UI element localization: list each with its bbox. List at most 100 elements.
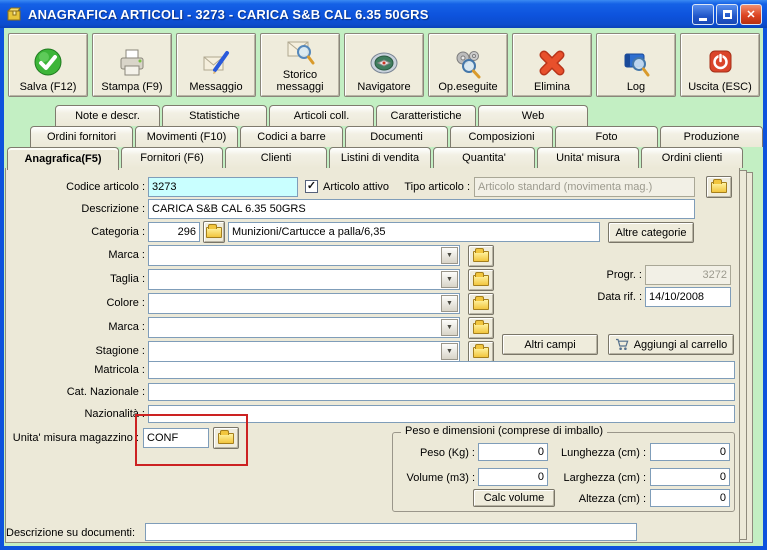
peso-dimensioni-title: Peso e dimensioni (comprese di imballo) [401, 425, 608, 437]
altri-campi-button[interactable]: Altri campi [502, 334, 598, 355]
toolbar-label: Salva (F12) [19, 81, 77, 93]
close-icon: ✕ [746, 9, 756, 21]
nazionalita-input[interactable] [148, 405, 735, 423]
codice-articolo-input[interactable] [148, 177, 298, 197]
stagione-folder-button[interactable] [468, 341, 494, 363]
cart-icon [615, 338, 629, 350]
descrizione-input[interactable] [148, 199, 695, 219]
altezza-input[interactable] [650, 489, 730, 507]
stagione-label: Stagione : [95, 345, 145, 357]
lunghezza-label: Lunghezza (cm) : [561, 447, 646, 459]
descrizione-documenti-input[interactable] [145, 523, 637, 541]
peso-label: Peso (Kg) : [419, 447, 475, 459]
maximize-button[interactable] [716, 4, 738, 25]
maximize-icon [722, 10, 732, 19]
tab-foto[interactable]: Foto [555, 126, 658, 147]
matricola-input[interactable] [148, 361, 735, 379]
close-button[interactable]: ✕ [740, 4, 762, 25]
chevron-down-icon[interactable]: ▼ [441, 343, 458, 360]
minimize-button[interactable] [692, 4, 714, 25]
marca2-combobox[interactable]: ▼ [148, 317, 460, 338]
tab-unita-misura[interactable]: Unita' misura [537, 147, 639, 168]
tipo-articolo-input [474, 177, 695, 197]
message-history-icon [287, 41, 315, 65]
categoria-folder-button[interactable] [203, 221, 225, 243]
unita-misura-label: Unita' misura magazzino : [12, 432, 139, 444]
codice-articolo-label: Codice articolo : [66, 181, 145, 193]
marca-label: Marca : [108, 249, 145, 261]
colore-label: Colore : [106, 297, 145, 309]
toolbar-label: Messaggio [189, 81, 243, 93]
toolbar-label: Stampa (F9) [101, 81, 163, 93]
toolbar-label: Navigatore [357, 81, 411, 93]
progr-input [645, 265, 731, 285]
navigator-button[interactable]: Navigatore [344, 33, 424, 97]
exit-button[interactable]: Uscita (ESC) [680, 33, 760, 97]
articolo-attivo-checkbox[interactable]: ✓ [305, 180, 318, 193]
marca2-folder-button[interactable] [468, 317, 494, 339]
altre-categorie-button[interactable]: Altre categorie [608, 222, 694, 243]
tab-produzione[interactable]: Produzione [660, 126, 763, 147]
gears-search-icon [456, 51, 481, 79]
folder-icon [473, 247, 489, 262]
delete-button[interactable]: Elimina [512, 33, 592, 97]
operations-button[interactable]: Op.eseguite [428, 33, 508, 97]
chevron-down-icon[interactable]: ▼ [441, 319, 458, 336]
tab-statistiche[interactable]: Statistiche [162, 105, 267, 126]
tab-anagrafica-active[interactable]: Anagrafica(F5) [7, 147, 119, 170]
cat-nazionale-input[interactable] [148, 383, 735, 401]
print-button[interactable]: Stampa (F9) [92, 33, 172, 97]
save-button[interactable]: Salva (F12) [8, 33, 88, 97]
tab-documenti[interactable]: Documenti [345, 126, 448, 147]
unita-misura-folder-button[interactable] [213, 427, 239, 449]
tab-codici-a-barre[interactable]: Codici a barre [240, 126, 343, 147]
cat-nazionale-label: Cat. Nazionale : [66, 386, 145, 398]
chevron-down-icon[interactable]: ▼ [441, 295, 458, 312]
unita-misura-input[interactable] [143, 428, 209, 448]
toolbar-label: Op.eseguite [438, 81, 498, 93]
stagione-combobox[interactable]: ▼ [148, 341, 460, 362]
tipo-articolo-folder-button[interactable] [706, 176, 732, 198]
message-button[interactable]: Messaggio [176, 33, 256, 97]
volume-input[interactable] [478, 468, 548, 486]
descrizione-documenti-label: Descrizione su documenti: [6, 527, 136, 539]
categoria-path-input[interactable] [228, 222, 600, 242]
save-check-icon [34, 48, 62, 76]
taglia-combobox[interactable]: ▼ [148, 269, 460, 290]
colore-combobox[interactable]: ▼ [148, 293, 460, 314]
red-x-icon [539, 50, 565, 76]
tab-web[interactable]: Web [478, 105, 588, 126]
aggiungi-carrello-label: Aggiungi al carrello [633, 338, 728, 351]
tab-ordini-clienti[interactable]: Ordini clienti [641, 147, 743, 168]
minimize-icon [699, 17, 707, 21]
marca-folder-button[interactable] [468, 245, 494, 267]
tab-articoli-coll[interactable]: Articoli coll. [269, 105, 374, 126]
lunghezza-input[interactable] [650, 443, 730, 461]
taglia-folder-button[interactable] [468, 269, 494, 291]
chevron-down-icon[interactable]: ▼ [441, 271, 458, 288]
tab-fornitori[interactable]: Fornitori (F6) [121, 147, 223, 168]
colore-folder-button[interactable] [468, 293, 494, 315]
tab-movimenti[interactable]: Movimenti (F10) [135, 126, 238, 147]
log-button[interactable]: Log [596, 33, 676, 97]
larghezza-input[interactable] [650, 468, 730, 486]
tab-note-e-descr[interactable]: Note e descr. [55, 105, 160, 126]
tab-caratteristiche[interactable]: Caratteristiche [376, 105, 476, 126]
tab-listini-di-vendita[interactable]: Listini di vendita [329, 147, 431, 168]
marca-combobox[interactable]: ▼ [148, 245, 460, 266]
tab-quantita[interactable]: Quantita' [433, 147, 535, 168]
aggiungi-carrello-button[interactable]: Aggiungi al carrello [608, 334, 734, 355]
data-rif-input[interactable] [645, 287, 731, 307]
tab-clienti[interactable]: Clienti [225, 147, 327, 168]
chevron-down-icon[interactable]: ▼ [441, 247, 458, 264]
printer-icon [120, 49, 144, 76]
peso-input[interactable] [478, 443, 548, 461]
message-history-button[interactable]: Storico messaggi [260, 33, 340, 97]
categoria-code-input[interactable] [148, 222, 200, 242]
taglia-label: Taglia : [110, 273, 145, 285]
tab-composizioni[interactable]: Composizioni [450, 126, 553, 147]
volume-label: Volume (m3) : [406, 472, 475, 484]
tab-ordini-fornitori[interactable]: Ordini fornitori [30, 126, 133, 147]
marca2-label: Marca : [108, 321, 145, 333]
altezza-label: Altezza (cm) : [578, 493, 646, 505]
